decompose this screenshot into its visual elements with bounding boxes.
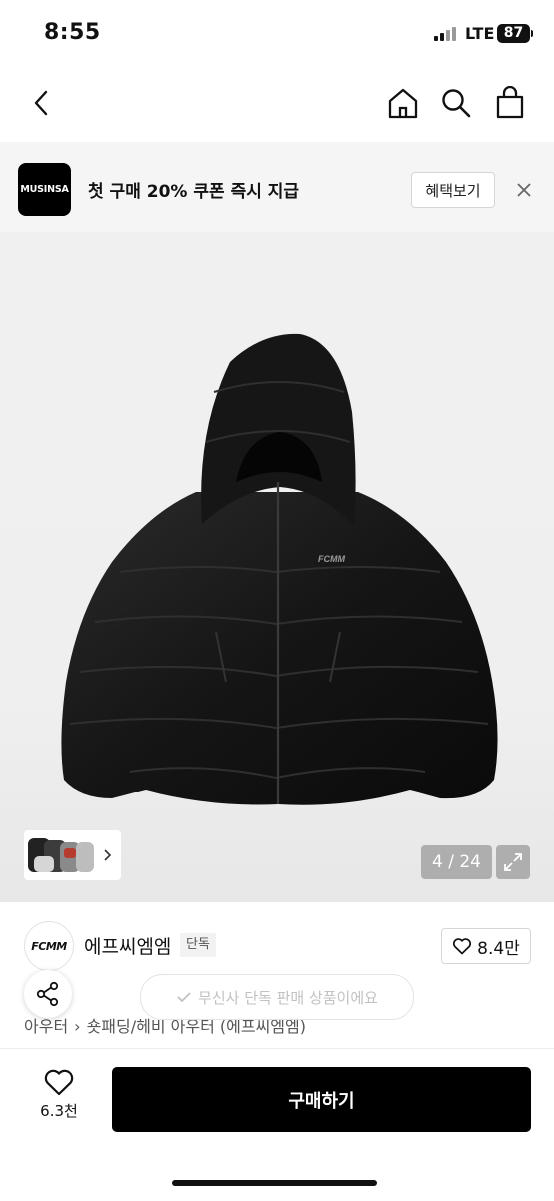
- heart-icon: [44, 1069, 74, 1096]
- check-icon: [177, 992, 191, 1003]
- shopping-bag-icon: [496, 86, 524, 119]
- share-icon: [36, 981, 59, 1007]
- back-button[interactable]: [22, 83, 62, 123]
- share-button[interactable]: [24, 970, 72, 1018]
- expand-button[interactable]: [496, 845, 530, 879]
- home-button[interactable]: [383, 83, 423, 123]
- chevron-right-icon: [104, 849, 112, 861]
- cart-button[interactable]: [490, 83, 530, 123]
- color-thumbnails: [28, 838, 112, 872]
- status-time: 8:55: [44, 20, 101, 45]
- toast-text: 무신사 단독 판매 상품이에요: [198, 988, 378, 1007]
- brand-like-count: 8.4만: [477, 938, 520, 959]
- breadcrumb-item-category[interactable]: 아우터: [24, 1017, 68, 1036]
- image-counter: 4 / 24: [421, 845, 492, 879]
- wishlist-count: 6.3천: [40, 1102, 78, 1120]
- battery-icon: 87: [497, 24, 530, 43]
- wishlist-button[interactable]: 6.3천: [26, 1068, 92, 1132]
- benefit-button[interactable]: 혜택보기: [411, 172, 495, 208]
- search-icon: [442, 89, 471, 118]
- color-thumbnail-strip[interactable]: [24, 830, 121, 880]
- heart-icon: [453, 938, 472, 955]
- promo-banner[interactable]: MUSINSA 첫 구매 20% 쿠폰 즉시 지급 혜택보기: [0, 142, 554, 232]
- brand-logo[interactable]: FCMM: [24, 921, 74, 971]
- promo-text: 첫 구매 20% 쿠폰 즉시 지급: [88, 182, 300, 202]
- network-type: LTE: [465, 24, 495, 43]
- promo-close-button[interactable]: [512, 178, 536, 202]
- battery-tip: [531, 30, 533, 37]
- signal-icon: [434, 27, 460, 41]
- jacket-logo-print: FCMM: [318, 554, 345, 564]
- home-indicator: [172, 1180, 377, 1186]
- exclusive-toast: 무신사 단독 판매 상품이에요: [140, 974, 414, 1020]
- close-icon: [517, 183, 531, 197]
- brand-like-button[interactable]: 8.4만: [441, 928, 531, 964]
- product-image[interactable]: FCMM: [0, 232, 554, 902]
- musinsa-logo: MUSINSA: [18, 163, 71, 216]
- exclusive-badge: 단독: [180, 933, 216, 957]
- search-button[interactable]: [436, 83, 476, 123]
- expand-icon: [504, 853, 522, 871]
- home-icon: [388, 88, 418, 119]
- buy-button[interactable]: 구매하기: [112, 1067, 531, 1132]
- chevron-left-icon: [34, 90, 48, 116]
- brand-name[interactable]: 에프씨엠엠: [84, 932, 171, 959]
- chevron-right-icon: ›: [74, 1017, 81, 1036]
- puffer-jacket-image: FCMM: [61, 333, 498, 805]
